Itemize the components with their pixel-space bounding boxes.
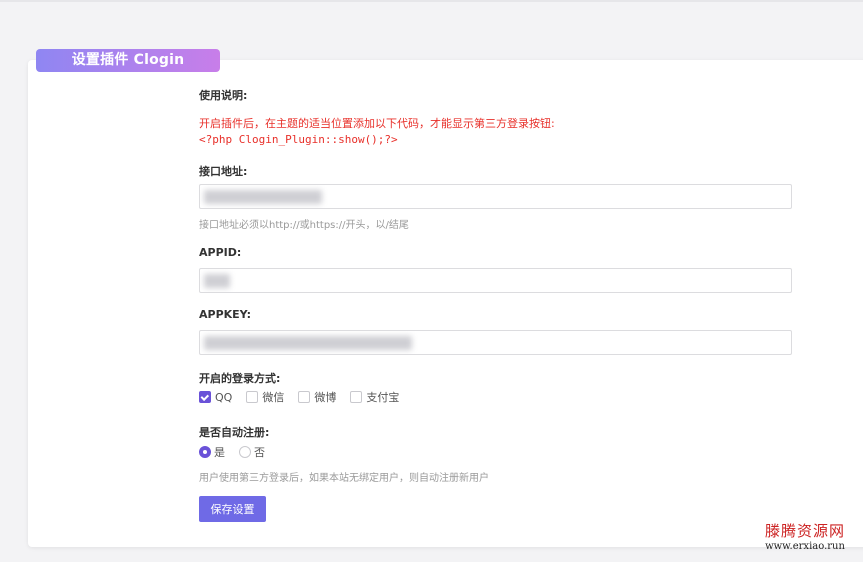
appid-field[interactable] xyxy=(199,268,792,293)
login-option-weibo[interactable]: 微博 xyxy=(298,389,336,405)
login-option-alipay[interactable]: 支付宝 xyxy=(350,389,399,405)
login-option-wechat[interactable]: 微信 xyxy=(246,389,284,405)
panel-title: 设置插件 Clogin xyxy=(36,49,220,72)
appid-label: APPID: xyxy=(199,246,242,259)
auto-register-help: 用户使用第三方登录后，如果本站无绑定用户，则自动注册新用户 xyxy=(199,473,489,484)
login-option-label: 支付宝 xyxy=(366,391,400,404)
usage-code: <?php Clogin_Plugin::show();?> xyxy=(199,133,398,146)
auto-register-label: 是否自动注册: xyxy=(199,426,270,439)
redacted-value xyxy=(204,336,412,350)
usage-notice: 开启插件后，在主题的适当位置添加以下代码，才能显示第三方登录按钮: xyxy=(199,117,555,130)
save-settings-button[interactable]: 保存设置 xyxy=(199,496,266,522)
api-url-help: 接口地址必须以http://或https://开头，以/结尾 xyxy=(199,220,409,231)
auto-register-group: 是 否 xyxy=(199,444,279,460)
checkbox-checked-icon[interactable] xyxy=(199,391,211,403)
watermark: 滕腾资源网 www.erxiao.run xyxy=(765,520,845,552)
appid-input[interactable] xyxy=(200,269,791,292)
watermark-name: 滕腾资源网 xyxy=(764,522,845,540)
login-option-label: 微信 xyxy=(262,391,285,404)
login-option-qq[interactable]: QQ xyxy=(199,391,232,404)
redacted-value xyxy=(204,274,230,288)
auto-register-no[interactable]: 否 xyxy=(239,444,265,460)
checkbox-icon[interactable] xyxy=(246,391,259,403)
api-url-field[interactable] xyxy=(199,184,792,209)
login-option-label: 微博 xyxy=(314,391,337,404)
top-divider xyxy=(0,0,863,2)
radio-selected-icon[interactable] xyxy=(199,446,211,458)
api-url-label: 接口地址: xyxy=(199,165,248,178)
login-option-label: QQ xyxy=(215,390,233,404)
radio-label: 否 xyxy=(254,446,265,459)
appkey-label: APPKEY: xyxy=(199,308,252,321)
login-methods-label: 开启的登录方式: xyxy=(199,372,281,385)
radio-label: 是 xyxy=(214,446,225,459)
checkbox-icon[interactable] xyxy=(298,391,311,403)
auto-register-yes[interactable]: 是 xyxy=(199,444,225,460)
appkey-field[interactable] xyxy=(199,330,792,355)
checkbox-icon[interactable] xyxy=(350,391,363,403)
usage-label: 使用说明: xyxy=(199,89,248,102)
radio-icon[interactable] xyxy=(239,446,251,458)
watermark-url: www.erxiao.run xyxy=(765,541,845,552)
redacted-value xyxy=(204,190,322,204)
login-methods-group: QQ 微信 微博 支付宝 xyxy=(199,389,413,405)
